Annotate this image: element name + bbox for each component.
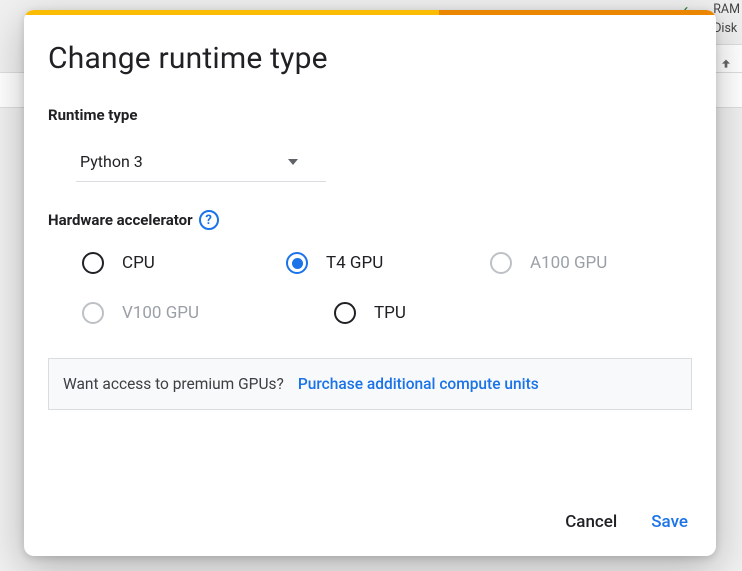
radio-cpu[interactable]: CPU: [82, 252, 222, 274]
cancel-button[interactable]: Cancel: [565, 512, 617, 532]
dialog-footer: Cancel Save: [24, 494, 716, 556]
disk-label: Disk: [713, 19, 740, 38]
resource-meter: RAM Disk: [713, 0, 740, 38]
change-runtime-dialog: Change runtime type Runtime type Python …: [24, 10, 716, 556]
radio-t4-gpu[interactable]: T4 GPU: [286, 252, 426, 274]
radio-a100-gpu: A100 GPU: [490, 252, 630, 274]
runtime-type-label: Runtime type: [48, 106, 692, 124]
help-icon[interactable]: ?: [199, 210, 219, 230]
chevron-down-icon: [288, 159, 298, 165]
radio-label: A100 GPU: [530, 253, 607, 273]
save-button[interactable]: Save: [651, 512, 688, 532]
radio-icon: [286, 252, 308, 274]
radio-icon: [334, 302, 356, 324]
radio-label: V100 GPU: [122, 303, 199, 323]
radio-v100-gpu: V100 GPU: [82, 302, 222, 324]
radio-label: TPU: [374, 303, 406, 323]
promo-text: Want access to premium GPUs?: [63, 375, 284, 393]
radio-icon: [82, 252, 104, 274]
hardware-accel-radio-group: CPU T4 GPU A100 GPU V100 GPU T: [82, 252, 692, 324]
dialog-body: Change runtime type Runtime type Python …: [24, 15, 716, 494]
radio-icon: [490, 252, 512, 274]
dialog-title: Change runtime type: [48, 41, 692, 76]
upload-icon: [718, 57, 734, 73]
ram-label: RAM: [713, 0, 740, 19]
premium-gpu-promo: Want access to premium GPUs? Purchase ad…: [48, 358, 692, 410]
radio-tpu[interactable]: TPU: [334, 302, 474, 324]
runtime-type-selected: Python 3: [80, 152, 143, 171]
hardware-accel-label: Hardware accelerator ?: [48, 210, 692, 230]
runtime-type-select[interactable]: Python 3: [76, 142, 326, 182]
radio-icon: [82, 302, 104, 324]
radio-label: T4 GPU: [326, 253, 383, 273]
purchase-compute-link[interactable]: Purchase additional compute units: [298, 375, 539, 393]
radio-label: CPU: [122, 253, 155, 273]
